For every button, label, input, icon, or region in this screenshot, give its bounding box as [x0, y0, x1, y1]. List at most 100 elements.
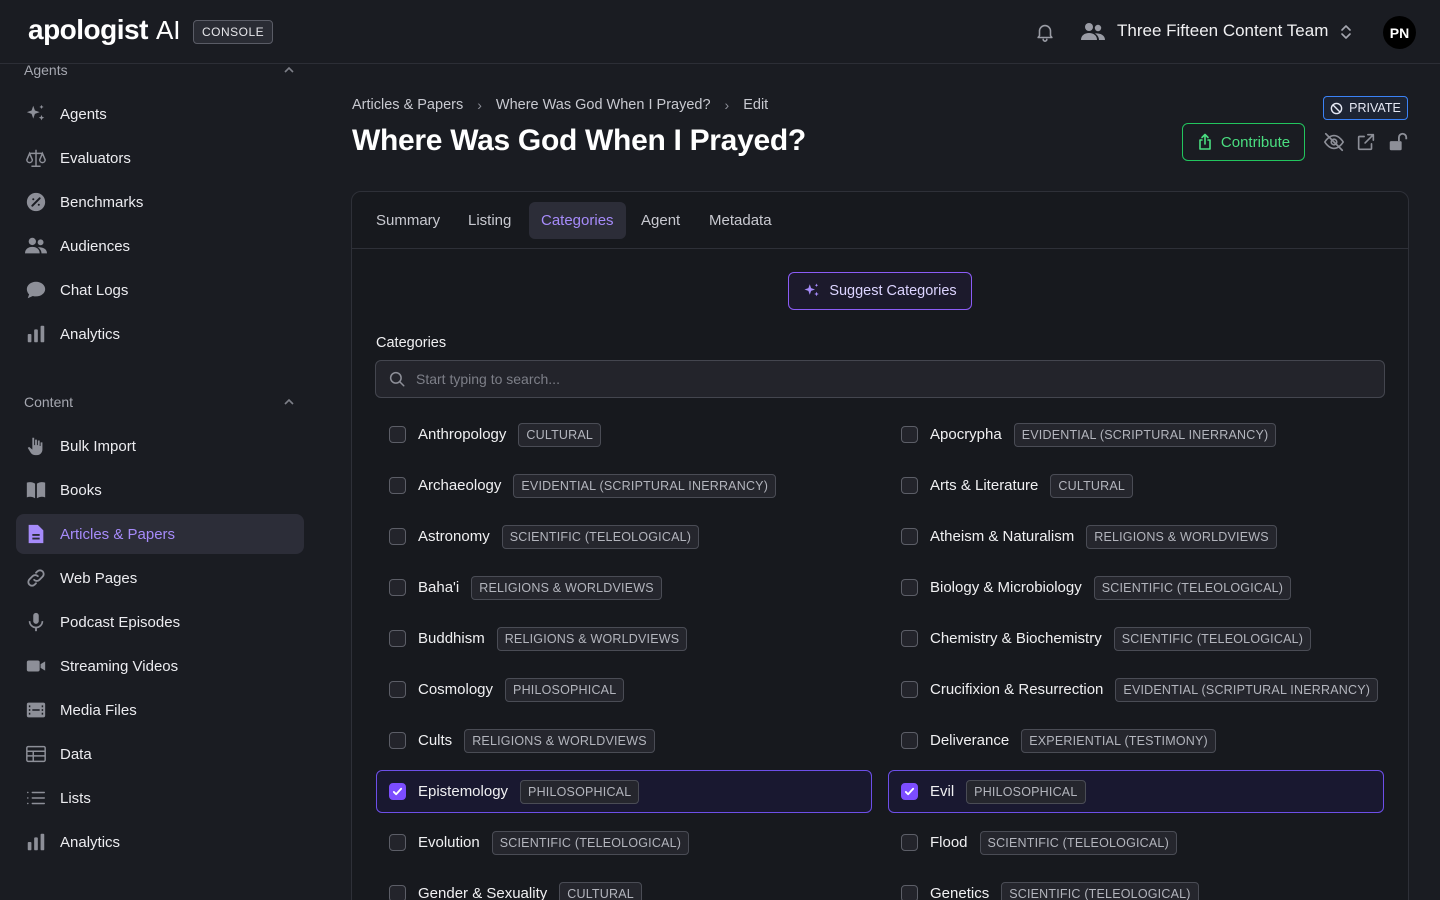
- tab-summary[interactable]: Summary: [364, 202, 452, 239]
- content-card: Summary Listing Categories Agent Metadat…: [351, 191, 1409, 900]
- category-option[interactable]: Cults RELIGIONS & WORLDVIEWS: [376, 719, 872, 762]
- page-title: Where Was God When I Prayed?: [352, 124, 806, 157]
- checkbox[interactable]: [901, 681, 918, 698]
- breadcrumb: Articles & Papers › Where Was God When I…: [352, 97, 768, 113]
- sidebar-item-analytics[interactable]: Analytics: [16, 314, 304, 354]
- suggest-categories-button[interactable]: Suggest Categories: [788, 272, 972, 310]
- category-option[interactable]: Flood SCIENTIFIC (TELEOLOGICAL): [888, 821, 1384, 864]
- sidebar-item-content-analytics[interactable]: Analytics: [16, 822, 304, 862]
- checkbox[interactable]: [389, 834, 406, 851]
- tab-metadata[interactable]: Metadata: [697, 202, 784, 239]
- content-section-header[interactable]: Content: [24, 392, 296, 412]
- category-tag: EXPERIENTIAL (TESTIMONY): [1021, 728, 1216, 753]
- sidebar-item-audiences[interactable]: Audiences: [16, 226, 304, 266]
- checkbox[interactable]: [389, 681, 406, 698]
- checkbox[interactable]: [901, 579, 918, 596]
- console-badge: CONSOLE: [193, 20, 274, 44]
- checkbox[interactable]: [901, 630, 918, 647]
- users-icon: [24, 234, 48, 258]
- checkbox[interactable]: [389, 528, 406, 545]
- sidebar-item-data[interactable]: Data: [16, 734, 304, 774]
- category-option[interactable]: Baha'i RELIGIONS & WORLDVIEWS: [376, 566, 872, 609]
- team-switcher-label[interactable]: Three Fifteen Content Team: [1117, 21, 1328, 41]
- sidebar-item-web-pages[interactable]: Web Pages: [16, 558, 304, 598]
- category-option[interactable]: Epistemology PHILOSOPHICAL: [376, 770, 872, 813]
- checkbox[interactable]: [389, 630, 406, 647]
- category-option[interactable]: Evolution SCIENTIFIC (TELEOLOGICAL): [376, 821, 872, 864]
- category-option[interactable]: Biology & Microbiology SCIENTIFIC (TELEOL…: [888, 566, 1384, 609]
- chevron-right-icon: ›: [477, 97, 482, 113]
- checkbox[interactable]: [389, 732, 406, 749]
- sidebar-item-evaluators[interactable]: Evaluators: [16, 138, 304, 178]
- sidebar-item-agents[interactable]: Agents: [16, 94, 304, 134]
- category-option[interactable]: Buddhism RELIGIONS & WORLDVIEWS: [376, 617, 872, 660]
- category-option[interactable]: Archaeology EVIDENTIAL (SCRIPTURAL INERRA…: [376, 464, 872, 507]
- category-option[interactable]: Evil PHILOSOPHICAL: [888, 770, 1384, 813]
- sidebar-item-bulk-import[interactable]: Bulk Import: [16, 426, 304, 466]
- content-section-label: Content: [24, 394, 74, 410]
- breadcrumb-articles-link[interactable]: Articles & Papers: [352, 97, 463, 113]
- document-icon: [24, 522, 48, 546]
- checkbox[interactable]: [389, 885, 406, 900]
- category-name: Deliverance: [930, 732, 1010, 749]
- category-name: Cults: [418, 732, 453, 749]
- category-option[interactable]: Chemistry & Biochemistry SCIENTIFIC (TELE…: [888, 617, 1384, 660]
- checkbox[interactable]: [389, 579, 406, 596]
- sparkles-icon: [804, 283, 820, 297]
- category-option[interactable]: Arts & Literature CULTURAL: [888, 464, 1384, 507]
- category-tag: PHILOSOPHICAL: [966, 779, 1086, 804]
- sidebar-item-streaming-videos[interactable]: Streaming Videos: [16, 646, 304, 686]
- bell-icon[interactable]: [1034, 21, 1056, 43]
- category-name: Astronomy: [418, 528, 490, 545]
- chevron-up-down-icon[interactable]: [1339, 23, 1353, 41]
- breadcrumb-article-link[interactable]: Where Was God When I Prayed?: [496, 97, 711, 113]
- category-name: Buddhism: [418, 630, 485, 647]
- tab-categories[interactable]: Categories: [529, 202, 626, 239]
- category-option[interactable]: Atheism & Naturalism RELIGIONS & WORLDVIE…: [888, 515, 1384, 558]
- unlock-icon[interactable]: [1387, 131, 1409, 153]
- category-option[interactable]: Cosmology PHILOSOPHICAL: [376, 668, 872, 711]
- bar-chart-icon: [24, 322, 48, 346]
- category-option[interactable]: Gender & Sexuality CULTURAL: [376, 872, 872, 900]
- category-tag: PHILOSOPHICAL: [505, 677, 625, 702]
- checkbox[interactable]: [901, 477, 918, 494]
- checkbox[interactable]: [901, 426, 918, 443]
- checkbox[interactable]: [901, 528, 918, 545]
- agents-section-header[interactable]: Agents: [24, 60, 296, 80]
- sidebar-item-media-files[interactable]: Media Files: [16, 690, 304, 730]
- checkbox-checked[interactable]: [389, 783, 406, 800]
- avatar[interactable]: PN: [1383, 16, 1416, 49]
- eye-slash-icon[interactable]: [1323, 131, 1345, 153]
- checkbox[interactable]: [901, 834, 918, 851]
- category-option[interactable]: Anthropology CULTURAL: [376, 413, 872, 456]
- category-search: [375, 360, 1385, 398]
- sidebar-item-lists[interactable]: Lists: [16, 778, 304, 818]
- checkbox-checked[interactable]: [901, 783, 918, 800]
- category-option[interactable]: Astronomy SCIENTIFIC (TELEOLOGICAL): [376, 515, 872, 558]
- category-option[interactable]: Genetics SCIENTIFIC (TELEOLOGICAL): [888, 872, 1384, 900]
- category-option[interactable]: Deliverance EXPERIENTIAL (TESTIMONY): [888, 719, 1384, 762]
- checkbox[interactable]: [389, 477, 406, 494]
- sidebar-item-podcast-episodes[interactable]: Podcast Episodes: [16, 602, 304, 642]
- chevron-up-icon[interactable]: [282, 395, 296, 409]
- category-tag: RELIGIONS & WORLDVIEWS: [471, 575, 662, 600]
- category-name: Chemistry & Biochemistry: [930, 630, 1102, 647]
- checkbox[interactable]: [901, 885, 918, 900]
- category-search-input[interactable]: [416, 371, 1316, 387]
- sidebar-item-chat-logs[interactable]: Chat Logs: [16, 270, 304, 310]
- category-option[interactable]: Apocrypha EVIDENTIAL (SCRIPTURAL INERRANC…: [888, 413, 1384, 456]
- checkbox[interactable]: [389, 426, 406, 443]
- chevron-up-icon[interactable]: [282, 63, 296, 77]
- external-link-icon[interactable]: [1355, 131, 1377, 153]
- sidebar-item-books[interactable]: Books: [16, 470, 304, 510]
- checkbox[interactable]: [901, 732, 918, 749]
- sidebar-item-articles-papers[interactable]: Articles & Papers: [16, 514, 304, 554]
- tab-agent[interactable]: Agent: [629, 202, 692, 239]
- tab-listing[interactable]: Listing: [456, 202, 523, 239]
- apologist-logo[interactable]: apologist AI: [28, 14, 181, 46]
- category-tag: CULTURAL: [1050, 473, 1134, 498]
- contribute-button[interactable]: Contribute: [1182, 123, 1305, 161]
- category-option[interactable]: Crucifixion & Resurrection EVIDENTIAL (SC…: [888, 668, 1384, 711]
- sidebar-item-benchmarks[interactable]: Benchmarks: [16, 182, 304, 222]
- bar-chart-icon: [24, 830, 48, 854]
